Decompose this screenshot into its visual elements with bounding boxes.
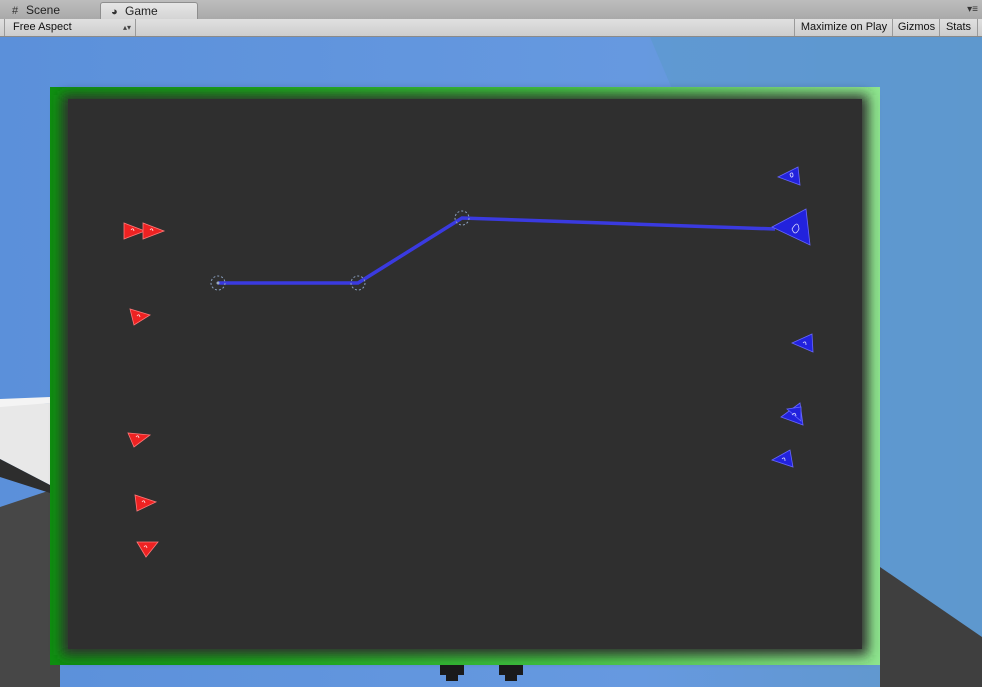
gizmos-button[interactable]: Gizmos xyxy=(892,19,940,36)
game-toolbar: Free Aspect ▴▾ Maximize on Play Gizmos S… xyxy=(0,19,982,37)
board-foot-right-bottom xyxy=(505,675,517,681)
tab-game-label: Game xyxy=(125,4,158,18)
board-foot-right xyxy=(499,665,523,675)
aspect-dropdown[interactable]: Free Aspect ▴▾ xyxy=(4,19,136,36)
tab-scene[interactable]: # Scene xyxy=(4,2,100,19)
maximize-on-play-button[interactable]: Maximize on Play xyxy=(794,19,893,36)
board-foot-left-bottom xyxy=(446,675,458,681)
editor-tab-bar: # Scene ◕ Game ▾≡ xyxy=(0,0,982,20)
game-scene xyxy=(0,37,982,687)
tab-game[interactable]: ◕ Game xyxy=(100,2,198,19)
tab-scene-label: Scene xyxy=(26,3,61,17)
aspect-label: Free Aspect xyxy=(13,21,72,33)
game-viewport[interactable] xyxy=(0,37,982,687)
dropdown-arrows-icon: ▴▾ xyxy=(122,23,131,32)
grid-icon: # xyxy=(12,5,19,17)
board-foot-left xyxy=(440,665,464,675)
panel-menu-icon[interactable]: ▾≡ xyxy=(967,4,978,15)
waypoint-marker xyxy=(216,281,220,285)
board-surface-core xyxy=(68,99,862,649)
stats-button[interactable]: Stats xyxy=(939,19,978,36)
